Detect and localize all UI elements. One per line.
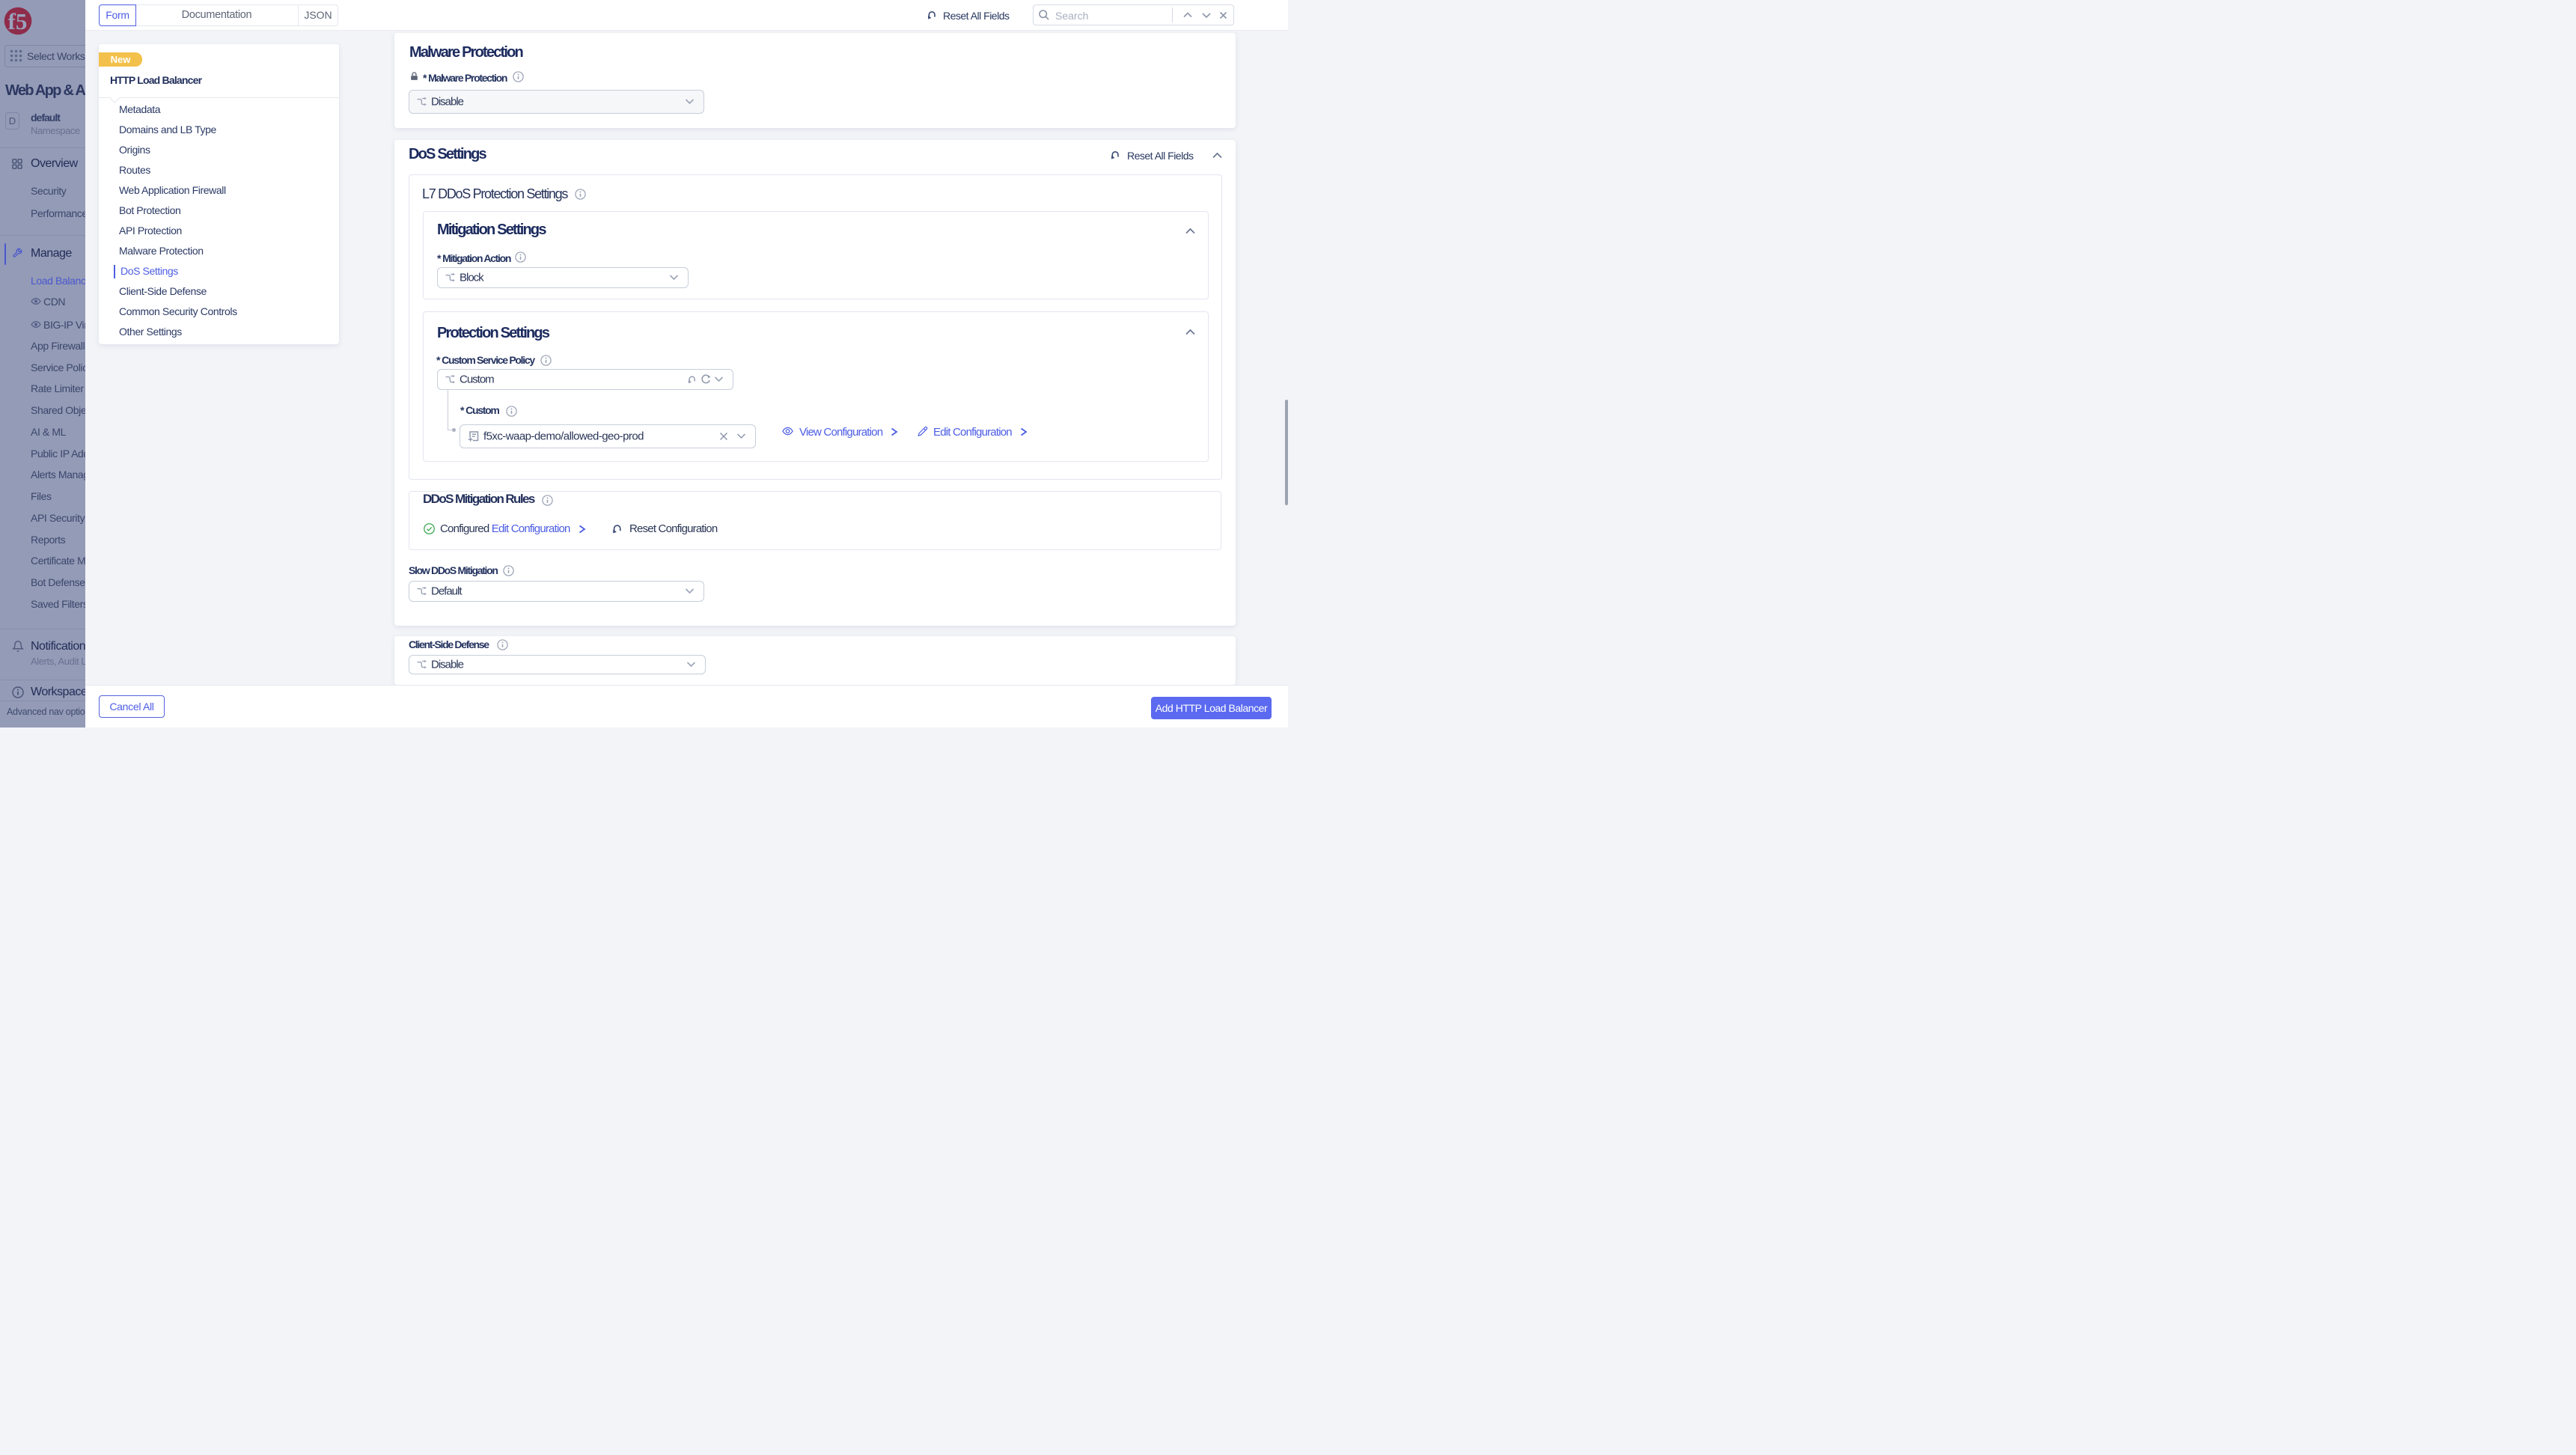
svg-text:f5: f5	[8, 8, 28, 34]
